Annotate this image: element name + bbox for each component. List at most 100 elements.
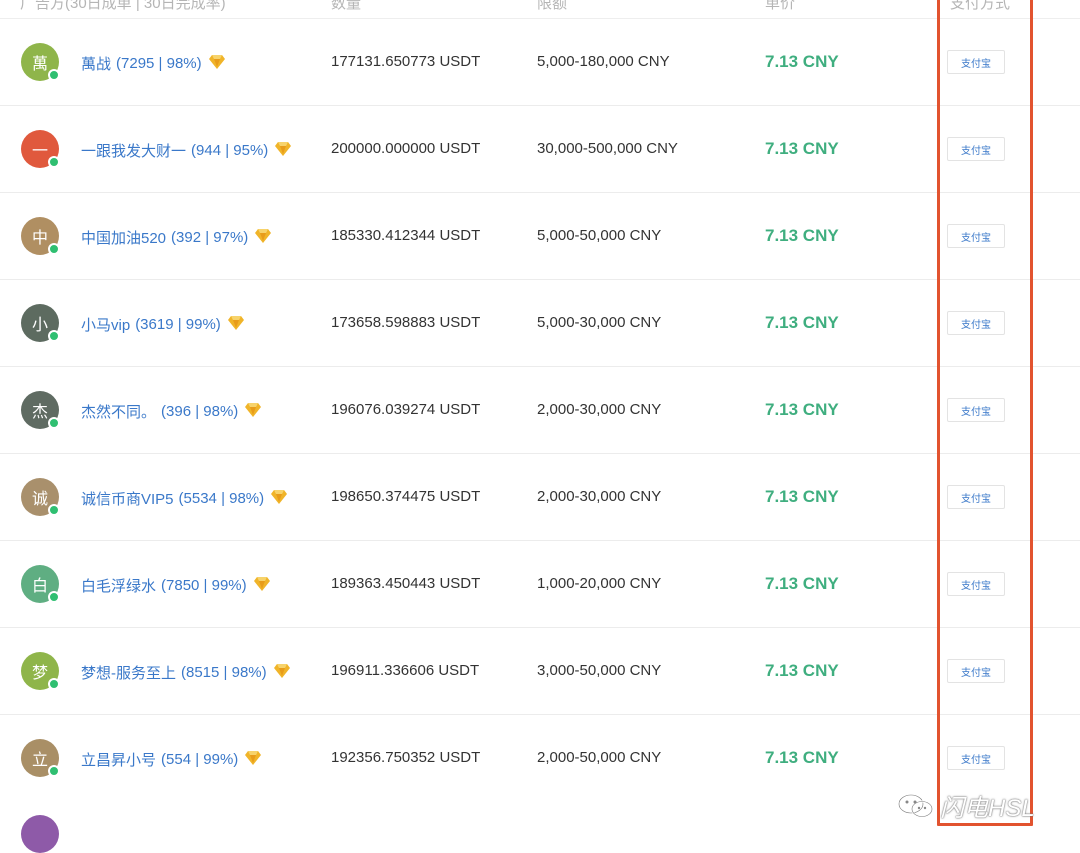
price-value: 7.13 CNY	[765, 574, 839, 593]
price-value: 7.13 CNY	[765, 748, 839, 767]
avatar-initial: 中	[31, 230, 48, 247]
price-value: 7.13 CNY	[765, 313, 839, 332]
price-value: 7.13 CNY	[765, 226, 839, 245]
merchant-link[interactable]: 白毛浮绿水 (7850 | 99%)	[81, 575, 271, 596]
quantity-value: 196911.336606 USDT	[331, 662, 480, 679]
merchant-name: 中国加油520	[81, 230, 167, 247]
table-row: 白 白毛浮绿水 (7850 | 99%) 189363.450443 USDT 1,00…	[0, 541, 1080, 628]
avatar[interactable]: 立	[21, 739, 60, 777]
payment-method-tag-alipay: 支付宝	[947, 398, 1005, 422]
merchant-stats: (5534 | 98%)	[178, 490, 265, 507]
quantity-value: 189363.450443 USDT	[331, 575, 481, 592]
merchant-stats: (392 | 97%)	[171, 229, 249, 246]
verified-diamond-icon	[208, 54, 225, 69]
online-status-dot	[48, 765, 60, 777]
merchant-name: 立昌昇小号	[81, 752, 157, 769]
price-value: 7.13 CNY	[765, 139, 839, 158]
quantity-value: 196076.039274 USDT	[331, 401, 481, 418]
avatar[interactable]: 小	[21, 304, 60, 342]
limit-value: 5,000-180,000 CNY	[537, 53, 670, 70]
watermark-text: 闪电HSL	[940, 795, 1035, 822]
avatar[interactable]: 杰	[21, 391, 60, 429]
avatar[interactable]: 诚	[21, 478, 60, 516]
header-advertiser: 广告方(30日成单 | 30日完成率)	[20, 0, 226, 12]
price-value: 7.13 CNY	[765, 52, 839, 71]
verified-diamond-icon	[245, 402, 262, 417]
price-value: 7.13 CNY	[765, 487, 839, 506]
online-status-dot	[48, 678, 60, 690]
limit-value: 2,000-30,000 CNY	[537, 488, 662, 505]
price-value: 7.13 CNY	[765, 400, 839, 419]
table-row: 梦 梦想-服务至上 (8515 | 98%) 196911.336606 USDT 3,…	[0, 628, 1080, 715]
verified-diamond-icon	[227, 315, 244, 330]
avatar-initial: 立	[31, 752, 48, 769]
merchant-link[interactable]: 中国加油520 (392 | 97%)	[81, 227, 272, 248]
payment-method-tag-alipay: 支付宝	[947, 311, 1005, 335]
table-header: 广告方(30日成单 | 30日完成率) 数量 限额 单价 支付方式	[0, 0, 1080, 19]
avatar[interactable]: 中	[21, 217, 60, 255]
quantity-value: 198650.374475 USDT	[331, 488, 481, 505]
table-row: 诚 诚信币商VIP5 (5534 | 98%) 198650.374475 USDT 2…	[0, 454, 1080, 541]
limit-value: 2,000-50,000 CNY	[537, 749, 662, 766]
watermark: 闪电HSL	[896, 788, 1035, 823]
avatar[interactable]: 梦	[21, 652, 60, 690]
avatar-initial: 梦	[31, 665, 48, 682]
payment-method-tag-alipay: 支付宝	[947, 572, 1005, 596]
limit-value: 1,000-20,000 CNY	[537, 575, 662, 592]
avatar-initial: 一	[31, 143, 48, 160]
merchant-stats: (7850 | 99%)	[161, 577, 247, 594]
payment-method-tag-alipay: 支付宝	[947, 50, 1005, 74]
quantity-value: 185330.412344 USDT	[331, 227, 481, 244]
table-row: 萬 萬战 (7295 | 98%) 177131.650773 USDT 5,000-1…	[0, 19, 1080, 106]
table-row: 一 一跟我发大财一 (944 | 95%) 200000.000000 USDT 30,…	[0, 106, 1080, 193]
merchant-link[interactable]: 梦想-服务至上 (8515 | 98%)	[81, 662, 291, 683]
table-row: 小 小马vip (3619 | 99%) 173658.598883 USDT 5,00…	[0, 280, 1080, 367]
merchant-name: 杰然不同。	[81, 404, 157, 421]
online-status-dot	[48, 417, 60, 429]
quantity-value: 200000.000000 USDT	[331, 140, 481, 157]
limit-value: 2,000-30,000 CNY	[537, 401, 662, 418]
merchant-stats: (554 | 99%)	[161, 751, 239, 768]
merchant-link[interactable]: 小马vip (3619 | 99%)	[81, 314, 245, 335]
merchant-link[interactable]: 杰然不同。 (396 | 98%)	[81, 401, 262, 422]
online-status-dot	[48, 330, 60, 342]
payment-method-tag-alipay: 支付宝	[947, 746, 1005, 770]
avatar[interactable]: 一	[21, 130, 60, 168]
header-limit: 限额	[537, 0, 568, 12]
verified-diamond-icon	[275, 141, 292, 156]
verified-diamond-icon	[245, 750, 262, 765]
limit-value: 30,000-500,000 CNY	[537, 140, 678, 157]
merchant-stats: (3619 | 99%)	[135, 316, 221, 333]
header-quantity: 数量	[331, 0, 362, 12]
merchant-link[interactable]: 萬战 (7295 | 98%)	[81, 53, 226, 74]
limit-value: 5,000-50,000 CNY	[537, 227, 662, 244]
avatar-initial: 诚	[31, 491, 48, 508]
quantity-value: 192356.750352 USDT	[331, 749, 481, 766]
online-status-dot	[48, 243, 60, 255]
price-value: 7.13 CNY	[765, 661, 839, 680]
header-unit-price: 单价	[765, 0, 796, 12]
merchant-link[interactable]: 诚信币商VIP5 (5534 | 98%)	[81, 488, 288, 509]
payment-method-tag-alipay: 支付宝	[947, 659, 1005, 683]
avatar[interactable]: 白	[21, 565, 60, 603]
online-status-dot	[48, 69, 60, 81]
table-row: 杰 杰然不同。 (396 | 98%) 196076.039274 USDT 2,000…	[0, 367, 1080, 454]
verified-diamond-icon	[253, 576, 270, 591]
avatar[interactable]: 萬	[21, 43, 60, 81]
quantity-value: 173658.598883 USDT	[331, 314, 481, 331]
merchant-stats: (7295 | 98%)	[116, 55, 202, 72]
merchant-link[interactable]: 一跟我发大财一 (944 | 95%)	[81, 140, 292, 161]
table-row: 中 中国加油520 (392 | 97%) 185330.412344 USDT 5,0…	[0, 193, 1080, 280]
merchant-stats: (8515 | 98%)	[181, 664, 267, 681]
merchant-list: 萬 萬战 (7295 | 98%) 177131.650773 USDT 5,000-1…	[0, 19, 1080, 801]
online-status-dot	[48, 591, 60, 603]
merchant-name: 诚信币商VIP5	[81, 491, 174, 508]
merchant-link[interactable]: 立昌昇小号 (554 | 99%)	[81, 749, 262, 770]
header-payment-method: 支付方式	[950, 0, 1011, 12]
quantity-value: 177131.650773 USDT	[331, 53, 481, 70]
payment-method-tag-alipay: 支付宝	[947, 224, 1005, 248]
verified-diamond-icon	[273, 663, 290, 678]
merchant-name: 一跟我发大财一	[81, 143, 187, 160]
wechat-icon	[898, 793, 933, 817]
avatar-initial: 萬	[31, 56, 48, 73]
